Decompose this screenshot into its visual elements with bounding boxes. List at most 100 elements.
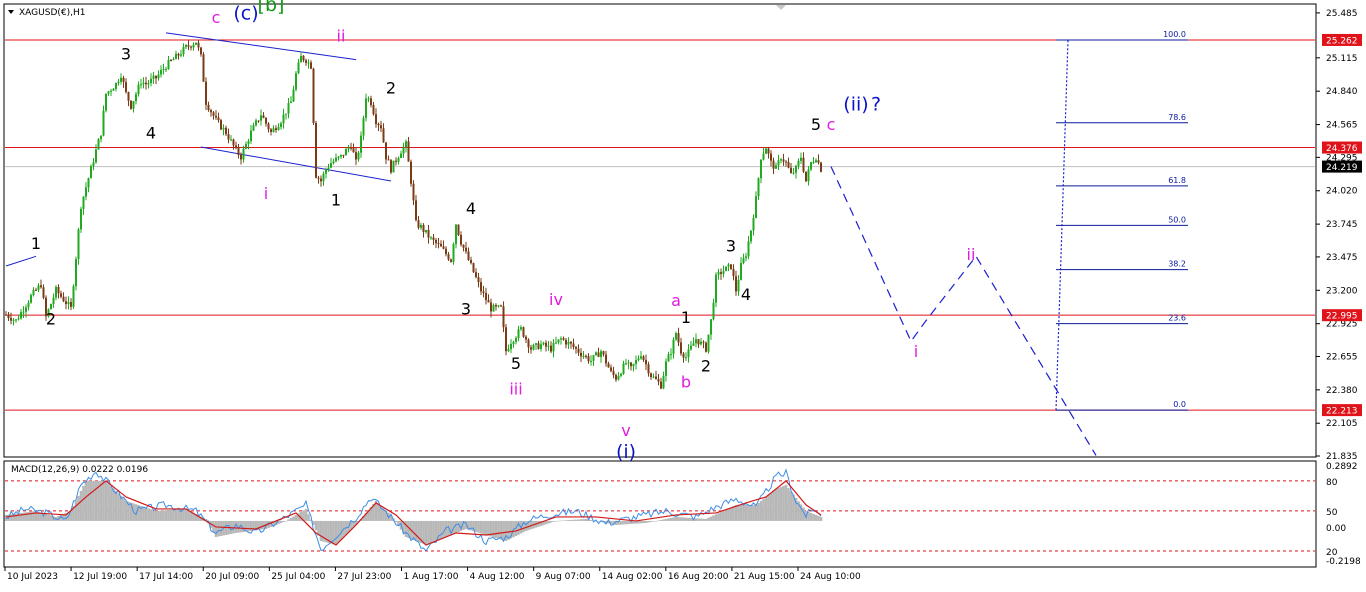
candle-body [445, 248, 447, 255]
macd-histogram-bar [704, 518, 708, 521]
macd-axis-label: -0.2198 [1326, 557, 1361, 567]
macd-histogram-bar [569, 519, 573, 521]
candle-body [177, 53, 180, 56]
macd-histogram-bar [304, 508, 308, 521]
candle-body [580, 352, 582, 357]
candle-body [802, 157, 805, 172]
candle-body [130, 100, 132, 109]
candle-body [690, 345, 692, 350]
macd-histogram-bar [649, 520, 653, 522]
wave-label: [b] [258, 0, 285, 16]
candle-body [350, 147, 352, 149]
macd-histogram-bar [577, 519, 580, 521]
symbol-label: XAGUSD(€),H1 [19, 8, 85, 18]
candle-body [560, 338, 562, 340]
macd-histogram-bar [422, 520, 425, 544]
candle-body [257, 120, 260, 122]
macd-histogram-bar [567, 520, 570, 521]
candle-body [242, 148, 245, 160]
macd-histogram-bar [809, 512, 813, 521]
candle-body [620, 373, 622, 376]
candle-body [345, 149, 347, 156]
candle-body [30, 295, 32, 303]
price-chart[interactable]: 100.0 78.6 61.8 50.0 38.2 23.6 0.0 1 2 3 4 c (c)[b]… [0, 0, 1366, 588]
wave-label: (c) [233, 3, 258, 25]
candle-body [705, 342, 707, 352]
candle-body [472, 263, 475, 273]
macd-histogram-bar [289, 517, 293, 521]
candle-body [720, 272, 722, 274]
candle-body [545, 342, 547, 347]
wave-label: 3 [121, 45, 131, 64]
candle-body [367, 98, 370, 100]
time-tick-label: 4 Aug 12:00 [470, 572, 525, 582]
macd-histogram-bar [432, 520, 435, 542]
macd-histogram-bar [412, 520, 415, 540]
candle-body [237, 147, 240, 155]
candle-body [782, 159, 785, 162]
candle-body [702, 341, 705, 343]
candle-body [767, 148, 770, 154]
price-tick-label: 24.840 [1326, 87, 1358, 97]
macd-histogram-bar [712, 515, 715, 521]
candle-body [222, 127, 225, 130]
candle-body [450, 259, 452, 262]
macd-histogram-bar [284, 520, 288, 522]
candle-body [517, 329, 520, 338]
price-tag-label: 22.995 [1326, 312, 1358, 322]
candle-body [170, 60, 172, 62]
wave-label: 1 [681, 308, 691, 327]
macd-label: MACD(12,26,9) 0.0222 0.0196 [11, 465, 148, 475]
macd-histogram-bar [717, 513, 720, 521]
candle-body [317, 177, 320, 179]
wave-label: ii [337, 26, 346, 45]
candle-body [37, 285, 40, 290]
macd-histogram-bar [377, 503, 380, 521]
scroll-marker-icon[interactable] [776, 5, 786, 10]
macd-histogram-bar [212, 520, 215, 533]
candle-body [692, 343, 695, 346]
candle-body [677, 333, 680, 343]
candle-body [760, 159, 762, 179]
candle-body [562, 338, 565, 340]
candle-body [712, 302, 715, 320]
candle-body [392, 160, 395, 173]
macd-histogram-bar [47, 514, 50, 521]
price-tick-label: 23.475 [1326, 253, 1358, 263]
candle-body [660, 381, 662, 389]
fib-level-label: 100.0 [1163, 30, 1186, 39]
candle-body [307, 62, 310, 64]
macd-histogram-bar [307, 514, 310, 521]
macd-histogram-bar [744, 504, 748, 521]
price-tick-label: 23.745 [1326, 220, 1358, 230]
dropdown-triangle-icon[interactable] [8, 10, 14, 14]
wave-label: 1 [331, 190, 341, 209]
fib-level-label: 23.6 [1168, 314, 1186, 323]
wave-label: ? [871, 94, 881, 116]
candle-body [297, 62, 300, 74]
wave-label: 4 [146, 124, 156, 143]
candle-body [442, 246, 445, 249]
candle-body [757, 178, 760, 197]
price-tick-label: 25.485 [1326, 9, 1358, 19]
candle-body [370, 98, 372, 106]
macd-histogram-bar [707, 517, 710, 521]
fibonacci-retracement: 100.0 78.6 61.8 50.0 38.2 23.6 0.0 [1055, 30, 1188, 411]
candle-body [662, 375, 665, 389]
macd-histogram-bar [622, 520, 625, 525]
macd-histogram-bar [727, 508, 730, 521]
candle-body [260, 115, 262, 121]
price-tick-label: 21.835 [1326, 452, 1358, 462]
candle-body [320, 178, 322, 182]
candle-body [430, 237, 432, 239]
macd-histogram-bar [477, 520, 480, 533]
macd-histogram-bar [484, 520, 488, 535]
macd-histogram-bar [282, 520, 285, 522]
candle-body [617, 375, 620, 380]
candle-body [700, 341, 702, 345]
macd-histogram-bar [759, 500, 763, 521]
candle-body [647, 364, 650, 374]
trendline [200, 146, 392, 182]
macd-histogram-bar [414, 520, 418, 541]
candle-body [10, 317, 12, 321]
